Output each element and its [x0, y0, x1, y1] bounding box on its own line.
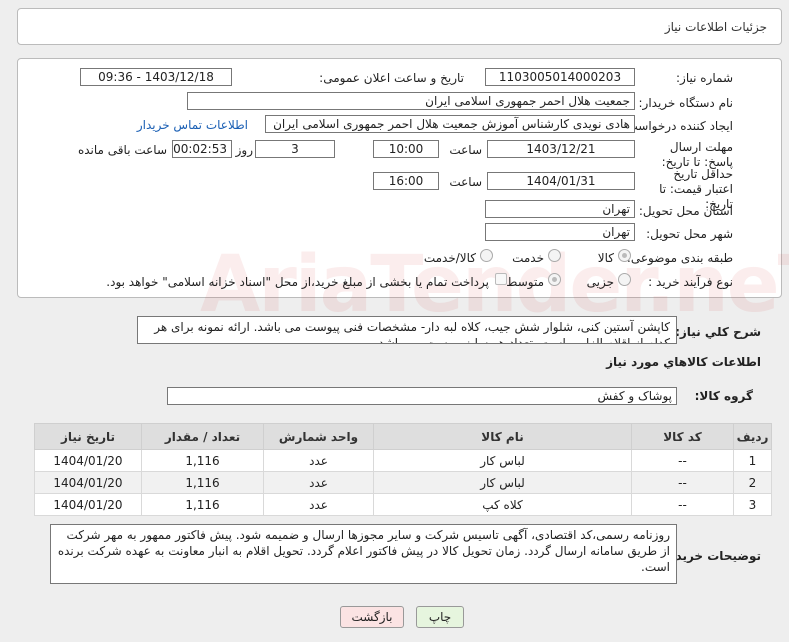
deadline-label: مهلت ارسال پاسخ: تا تاریخ:	[661, 140, 733, 169]
col-goods-code: کد کالا	[631, 423, 734, 450]
page-header: جزئیات اطلاعات نیاز	[17, 8, 782, 45]
description-textarea[interactable]: کاپشن آستین کنی، شلوار شش جیب، کلاه لبه …	[137, 316, 677, 344]
days-remaining-field[interactable]: 3	[255, 140, 335, 158]
deadline-time-field[interactable]: 10:00	[373, 140, 439, 158]
cell-row-number: 1	[733, 449, 772, 472]
process-medium-radio[interactable]	[548, 273, 561, 286]
cell-goods-code: --	[631, 471, 734, 494]
time-remaining-label: ساعت باقی مانده	[77, 143, 167, 157]
buyer-org-label: نام دستگاه خریدار:	[638, 96, 734, 110]
print-button[interactable]: چاپ	[416, 606, 464, 628]
deadline-time-label: ساعت	[449, 143, 482, 157]
buyer-org-field[interactable]: جمعیت هلال احمر جمهوری اسلامی ایران	[187, 92, 635, 110]
table-row[interactable]: 3 -- کلاه کپ عدد 1,116 1404/01/20	[34, 493, 772, 516]
announce-datetime-field[interactable]: 1403/12/18 - 09:36	[80, 68, 232, 86]
category-label: طبقه بندی موضوعی:	[626, 251, 733, 265]
category-goods-radio[interactable]	[618, 249, 631, 262]
cell-unit: عدد	[263, 493, 374, 516]
announce-label: تاریخ و ساعت اعلان عمومی:	[319, 71, 464, 85]
cell-quantity: 1,116	[141, 449, 264, 472]
col-need-date: تاریخ نیاز	[34, 423, 142, 450]
need-number-field[interactable]: 1103005014000203	[485, 68, 635, 86]
back-button[interactable]: بازگشت	[340, 606, 404, 628]
cell-row-number: 2	[733, 471, 772, 494]
cell-quantity: 1,116	[141, 493, 264, 516]
description-label: شرح کلي نياز:	[675, 325, 761, 339]
category-goods-label: کالا	[597, 251, 614, 265]
page-title: جزئیات اطلاعات نیاز	[664, 20, 767, 34]
creator-label: ایجاد کننده درخواست:	[622, 119, 733, 133]
cell-goods-name: کلاه کپ	[373, 493, 632, 516]
table-row[interactable]: 2 -- لباس کار عدد 1,116 1404/01/20	[34, 471, 772, 494]
city-field[interactable]: تهران	[485, 223, 635, 241]
province-label: استان محل تحویل:	[638, 204, 733, 218]
cell-row-number: 3	[733, 493, 772, 516]
table-header-row: ردیف کد کالا نام کالا واحد شمارش تعداد /…	[34, 423, 772, 450]
deadline-date-field[interactable]: 1403/12/21	[487, 140, 635, 158]
category-service-radio[interactable]	[548, 249, 561, 262]
process-minor-radio[interactable]	[618, 273, 631, 286]
validity-date-field[interactable]: 1404/01/31	[487, 172, 635, 190]
goods-group-label: گروه کالا:	[694, 389, 753, 403]
cell-unit: عدد	[263, 471, 374, 494]
cell-quantity: 1,116	[141, 471, 264, 494]
goods-group-field[interactable]: پوشاک و کفش	[167, 387, 677, 405]
goods-table: ردیف کد کالا نام کالا واحد شمارش تعداد /…	[34, 423, 772, 516]
cell-need-date: 1404/01/20	[34, 493, 142, 516]
cell-goods-name: لباس کار	[373, 449, 632, 472]
cell-need-date: 1404/01/20	[34, 449, 142, 472]
cell-goods-code: --	[631, 493, 734, 516]
treasury-payment-note: پرداخت تمام یا بخشی از مبلغ خرید،از محل …	[106, 275, 489, 289]
goods-info-title: اطلاعات کالاهاي مورد نياز	[606, 355, 761, 369]
buyer-notes-textarea[interactable]: روزنامه رسمی،کد اقتصادی، آگهی تاسیس شرکت…	[50, 524, 677, 584]
col-row-number: ردیف	[733, 423, 772, 450]
cell-unit: عدد	[263, 449, 374, 472]
col-quantity: تعداد / مقدار	[141, 423, 264, 450]
table-row[interactable]: 1 -- لباس کار عدد 1,116 1404/01/20	[34, 449, 772, 472]
process-medium-label: متوسط	[506, 275, 544, 289]
need-number-label: شماره نیاز:	[676, 71, 733, 85]
col-goods-name: نام کالا	[373, 423, 632, 450]
treasury-payment-checkbox[interactable]	[495, 273, 507, 285]
cell-goods-name: لباس کار	[373, 471, 632, 494]
process-minor-label: جزیی	[586, 275, 614, 289]
city-label: شهر محل تحویل:	[646, 227, 733, 241]
creator-field[interactable]: هادی نویدی کارشناس آموزش جمعیت هلال احمر…	[265, 115, 635, 133]
cell-need-date: 1404/01/20	[34, 471, 142, 494]
category-both-label: کالا/خدمت	[423, 251, 476, 265]
validity-time-label: ساعت	[449, 175, 482, 189]
cell-goods-code: --	[631, 449, 734, 472]
category-service-label: خدمت	[512, 251, 544, 265]
category-both-radio[interactable]	[480, 249, 493, 262]
buyer-contact-link[interactable]: اطلاعات تماس خریدار	[137, 118, 248, 132]
time-remaining-field[interactable]: 00:02:53	[172, 140, 232, 158]
col-unit: واحد شمارش	[263, 423, 374, 450]
province-field[interactable]: تهران	[485, 200, 635, 218]
validity-time-field[interactable]: 16:00	[373, 172, 439, 190]
process-label: نوع فرآیند خرید :	[648, 275, 733, 289]
